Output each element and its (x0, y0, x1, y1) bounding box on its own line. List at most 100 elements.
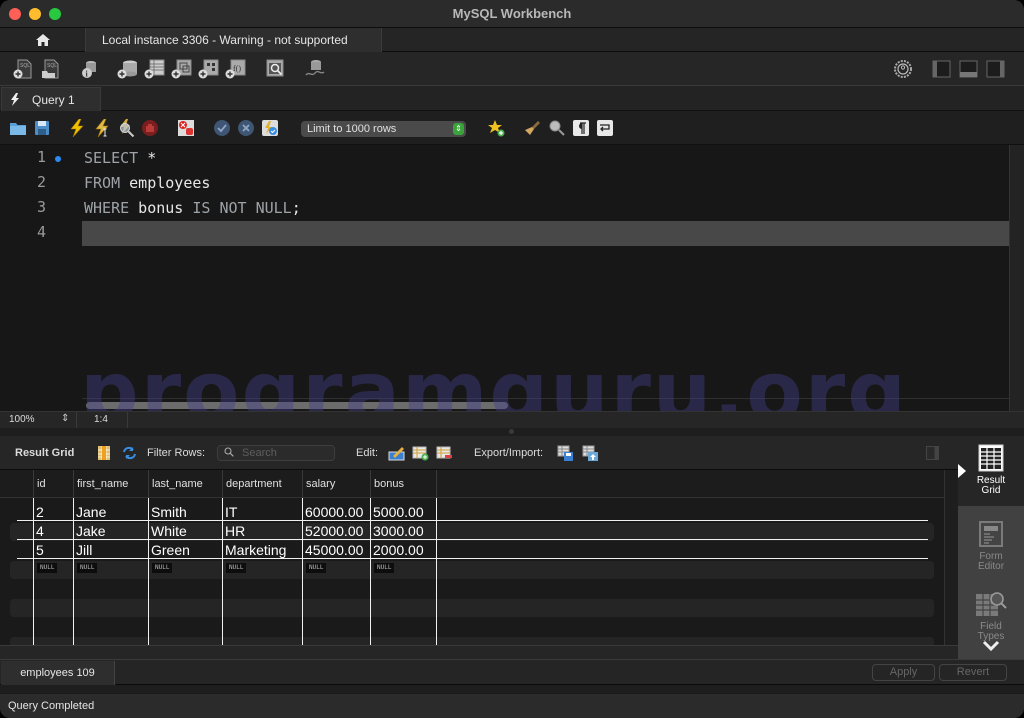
toggle-result-panel-icon[interactable] (926, 446, 939, 460)
table-row[interactable]: 4 Jake White HR 52000.00 3000.00 (17, 521, 928, 540)
new-row-placeholder[interactable]: NULL NULL NULL NULL NULL NULL (17, 560, 928, 579)
toggle-output-icon[interactable] (958, 59, 980, 79)
settings-icon[interactable] (892, 59, 914, 79)
table-row[interactable]: 2 Jane Smith IT 60000.00 5000.00 (17, 502, 928, 521)
open-sql-script-icon[interactable]: SQL (40, 59, 62, 79)
splitter-handle[interactable] (509, 429, 514, 434)
editor-horizontal-scrollbar[interactable] (82, 398, 1009, 412)
cell-bonus[interactable]: 2000.00 (371, 540, 424, 559)
find-icon[interactable] (548, 119, 566, 137)
delete-row-icon[interactable] (436, 445, 453, 461)
open-file-icon[interactable] (9, 119, 27, 137)
result-grid[interactable]: id first_name last_name department salar… (0, 470, 944, 655)
export-icon[interactable] (557, 445, 574, 461)
commit-icon[interactable] (213, 119, 231, 137)
editor-vertical-scrollbar[interactable] (1009, 145, 1024, 411)
svg-text:SQL: SQL (20, 63, 30, 69)
zoom-level[interactable]: 100% (9, 414, 35, 425)
save-icon[interactable] (33, 119, 51, 137)
add-snippet-icon[interactable] (487, 119, 505, 137)
cell-id[interactable]: 4 (34, 521, 44, 540)
svg-text:f(): f() (233, 64, 241, 73)
cell-first-name[interactable]: Jake (74, 521, 106, 540)
column-divider (436, 498, 437, 645)
scroll-down-chevron-icon[interactable] (981, 639, 1001, 653)
word-wrap-icon[interactable] (596, 119, 614, 137)
execute-current-icon[interactable] (93, 119, 111, 137)
stop-icon[interactable] (141, 119, 159, 137)
zoom-stepper-icon[interactable]: ⇕ (61, 413, 69, 424)
sql-text: * (138, 149, 157, 167)
grid-horizontal-scrollbar[interactable] (0, 645, 958, 659)
side-tab-label: Grid (981, 485, 1001, 496)
column-header-bonus[interactable]: bonus (370, 470, 404, 498)
column-divider (370, 498, 371, 645)
revert-button[interactable]: Revert (939, 664, 1007, 681)
execute-icon[interactable] (68, 119, 86, 137)
null-badge: NULL (77, 563, 98, 573)
cell-id[interactable]: 5 (34, 540, 44, 559)
create-procedure-icon[interactable] (198, 59, 220, 79)
side-tab-form-editor[interactable]: Form Editor (958, 512, 1024, 578)
apply-button[interactable]: Apply (872, 664, 935, 681)
invisible-chars-icon[interactable] (572, 119, 590, 137)
cell-first-name[interactable]: Jane (74, 502, 106, 521)
code-line: FROM employees (84, 171, 210, 196)
autocommit-icon[interactable] (261, 119, 279, 137)
cell-department[interactable]: Marketing (223, 540, 286, 559)
filter-rows-search-input[interactable]: Search (217, 445, 335, 461)
beautify-icon[interactable] (524, 119, 542, 137)
create-function-icon[interactable]: f() (225, 59, 247, 79)
scrollbar-thumb[interactable] (86, 402, 508, 409)
toggle-error-icon[interactable] (177, 119, 195, 137)
side-tab-result-grid[interactable]: Result Grid (958, 436, 1024, 506)
explain-icon[interactable] (117, 119, 135, 137)
create-schema-icon[interactable] (117, 59, 139, 79)
cell-bonus[interactable]: 5000.00 (371, 502, 424, 521)
limit-rows-select[interactable]: Limit to 1000 rows ⇕ (301, 121, 466, 137)
import-icon[interactable] (582, 445, 599, 461)
output-splitter[interactable] (0, 685, 1024, 693)
grid-vertical-scrollbar[interactable] (944, 470, 958, 645)
cell-salary[interactable]: 60000.00 (303, 502, 363, 521)
cell-salary[interactable]: 52000.00 (303, 521, 363, 540)
cell-salary[interactable]: 45000.00 (303, 540, 363, 559)
sql-editor[interactable]: 1 2 3 4 SELECT * FROM employees WHERE bo… (0, 145, 1009, 411)
connection-tab-local-instance[interactable]: Local instance 3306 - Warning - not supp… (85, 28, 382, 52)
cell-last-name[interactable]: Green (149, 540, 190, 559)
cell-last-name[interactable]: White (149, 521, 187, 540)
cell-first-name[interactable]: Jill (74, 540, 92, 559)
create-table-icon[interactable] (144, 59, 166, 79)
result-grid-toolbar: Result Grid Filter Rows: Search Edit: Ex… (0, 436, 958, 470)
query-tab-query-1[interactable]: Query 1 (1, 87, 101, 111)
search-table-data-icon[interactable] (265, 59, 287, 79)
cell-id[interactable]: 2 (34, 502, 44, 521)
rollback-icon[interactable] (237, 119, 255, 137)
new-sql-tab-icon[interactable]: SQL (12, 59, 34, 79)
column-header-id[interactable]: id (33, 470, 46, 498)
home-tab[interactable] (0, 28, 85, 52)
column-toggle-icon[interactable] (96, 445, 113, 461)
column-header-department[interactable]: department (222, 470, 282, 498)
side-tab-label: Editor (977, 561, 1005, 572)
cell-last-name[interactable]: Smith (149, 502, 187, 521)
column-header-last-name[interactable]: last_name (148, 470, 203, 498)
add-row-icon[interactable] (412, 445, 429, 461)
edit-cell-icon[interactable] (388, 445, 405, 461)
create-view-icon[interactable] (171, 59, 193, 79)
reconnect-icon[interactable] (304, 59, 326, 79)
column-header-salary[interactable]: salary (302, 470, 335, 498)
schema-inspector-icon[interactable]: i (79, 59, 101, 79)
refresh-icon[interactable] (121, 445, 138, 461)
result-tab-employees[interactable]: employees 109 (1, 661, 115, 685)
toggle-sidebar-icon[interactable] (931, 59, 953, 79)
toggle-secondary-sidebar-icon[interactable] (985, 59, 1007, 79)
cell-department[interactable]: IT (223, 502, 237, 521)
column-header-first-name[interactable]: first_name (73, 470, 128, 498)
table-row[interactable]: 5 Jill Green Marketing 45000.00 2000.00 (17, 540, 928, 559)
lightning-icon (11, 93, 19, 106)
form-editor-icon (979, 521, 1003, 547)
cell-department[interactable]: HR (223, 521, 245, 540)
editor-result-splitter[interactable] (0, 428, 1024, 436)
cell-bonus[interactable]: 3000.00 (371, 521, 424, 540)
